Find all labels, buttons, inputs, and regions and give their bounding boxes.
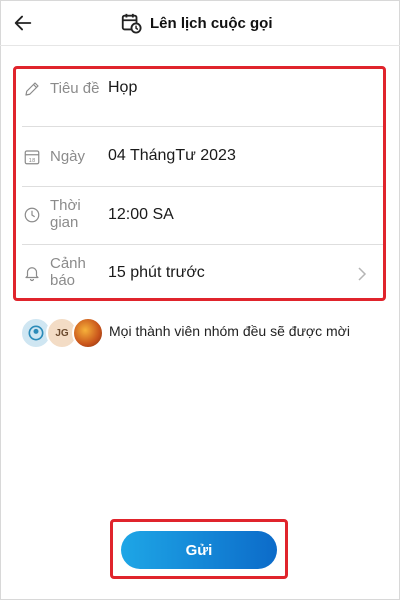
pencil-icon: [22, 79, 42, 99]
alert-row[interactable]: Cảnh báo 15 phút trước: [16, 245, 383, 301]
title-label: Tiêu đề: [50, 80, 100, 97]
alert-label: Cảnh báo: [50, 255, 86, 289]
top-app-bar: Lên lịch cuộc gọi: [0, 0, 400, 46]
calendar-icon: 18: [22, 147, 42, 167]
title-row[interactable]: Tiêu đề Họp: [16, 69, 383, 126]
date-row[interactable]: 18 Ngày 04 ThángTư 2023: [16, 127, 383, 186]
date-label: Ngày: [50, 148, 86, 165]
time-label-line1: Thời: [50, 197, 81, 214]
back-button[interactable]: [8, 8, 38, 38]
avatar: [72, 317, 104, 349]
alert-value[interactable]: 15 phút trước: [108, 264, 205, 282]
svg-text:18: 18: [29, 158, 36, 164]
time-row[interactable]: Thời gian 12:00 SA: [16, 187, 383, 244]
bell-icon: [22, 263, 42, 283]
alert-label-line1: Cảnh: [50, 255, 86, 272]
arrow-left-icon: [14, 15, 32, 31]
calendar-clock-icon: [121, 13, 142, 34]
time-label: Thời gian: [50, 197, 81, 231]
time-label-line2: gian: [50, 214, 79, 231]
page-title: Lên lịch cuộc gọi: [150, 14, 273, 32]
title-value[interactable]: Họp: [108, 79, 137, 97]
title-group: Lên lịch cuộc gọi: [120, 10, 273, 36]
invite-text: Mọi thành viên nhóm đều sẽ được mời: [109, 323, 350, 339]
chevron-right-icon: [355, 267, 369, 281]
send-button[interactable]: Gửi: [121, 531, 277, 569]
headset-icon: [28, 325, 44, 341]
time-value[interactable]: 12:00 SA: [108, 206, 174, 224]
call-details-form: Tiêu đề Họp 18 Ngày 04 ThángTư 2023 Thời…: [13, 66, 386, 301]
clock-icon: [22, 205, 42, 225]
alert-label-line2: báo: [50, 272, 76, 289]
date-value[interactable]: 04 ThángTư 2023: [108, 147, 236, 165]
